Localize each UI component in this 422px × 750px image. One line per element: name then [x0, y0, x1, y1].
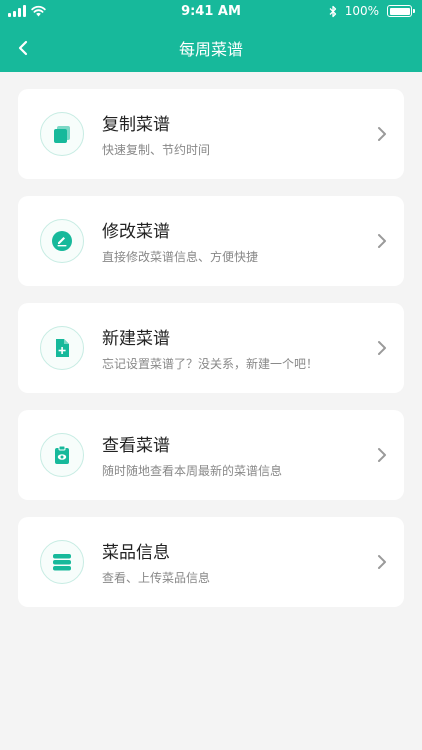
card-title: 查看菜谱 — [102, 436, 170, 456]
chevron-right-icon — [378, 127, 386, 141]
icon-circle — [40, 219, 84, 263]
card-title: 修改菜谱 — [102, 222, 170, 242]
icon-circle — [40, 326, 84, 370]
status-right: 100% — [329, 4, 415, 18]
chevron-right-icon — [378, 234, 386, 248]
menu-list: 复制菜谱 快速复制、节约时间 修改菜谱 直接修改菜谱信息、方便快捷 新建菜谱 忘… — [18, 89, 404, 624]
bluetooth-icon — [329, 5, 336, 17]
battery-icon — [387, 5, 415, 17]
card-title: 菜品信息 — [102, 543, 170, 563]
stack-icon — [53, 554, 71, 571]
header-bar: 9:41 AM 100% 每周菜谱 — [0, 0, 422, 72]
status-bar: 9:41 AM 100% — [0, 0, 422, 24]
card-subtitle: 忘记设置菜谱了？没关系，新建一个吧！ — [102, 357, 319, 371]
card-title: 复制菜谱 — [102, 115, 170, 135]
nav-bar: 每周菜谱 — [0, 24, 422, 72]
page-title: 每周菜谱 — [178, 40, 243, 59]
icon-circle — [40, 540, 84, 584]
card-title: 新建菜谱 — [102, 329, 170, 349]
card-subtitle: 直接修改菜谱信息、方便快捷 — [102, 250, 259, 264]
battery-percent: 100% — [344, 4, 379, 18]
copy-icon — [54, 126, 70, 143]
new-document-icon — [56, 339, 69, 357]
chevron-left-icon[interactable] — [14, 34, 42, 62]
icon-circle — [40, 433, 84, 477]
edit-icon — [52, 231, 72, 251]
chevron-right-icon — [378, 341, 386, 355]
dish-info-card[interactable]: 菜品信息 查看、上传菜品信息 — [18, 517, 404, 607]
card-subtitle: 查看、上传菜品信息 — [102, 571, 211, 585]
battery-fill — [389, 7, 410, 15]
card-subtitle: 快速复制、节约时间 — [102, 143, 211, 157]
view-recipe-card[interactable]: 查看菜谱 随时随地查看本周最新的菜谱信息 — [18, 410, 404, 500]
new-recipe-card[interactable]: 新建菜谱 忘记设置菜谱了？没关系，新建一个吧！ — [18, 303, 404, 393]
icon-circle — [40, 112, 84, 156]
chevron-right-icon — [378, 448, 386, 462]
edit-recipe-card[interactable]: 修改菜谱 直接修改菜谱信息、方便快捷 — [18, 196, 404, 286]
chevron-right-icon — [378, 555, 386, 569]
card-subtitle: 随时随地查看本周最新的菜谱信息 — [102, 464, 283, 478]
copy-recipe-card[interactable]: 复制菜谱 快速复制、节约时间 — [18, 89, 404, 179]
view-icon — [55, 445, 69, 464]
